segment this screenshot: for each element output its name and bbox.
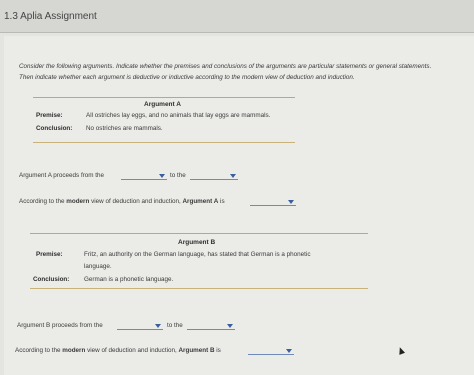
argument-b-conclusion-label: Conclusion:	[33, 276, 70, 283]
argument-a-top-rule	[33, 97, 295, 98]
argument-b-premise-text-2: language.	[84, 263, 112, 270]
assignment-header: 1.3 Aplia Assignment	[0, 0, 474, 33]
argument-b-proceeds-sentence: Argument B proceeds from the	[17, 322, 103, 329]
argument-a-from-dropdown[interactable]	[121, 172, 167, 180]
argument-a-modern-mid: view of deduction and induction,	[91, 198, 181, 205]
argument-b-to-the: to the	[167, 322, 183, 329]
chevron-down-icon	[288, 200, 294, 204]
argument-a-conclusion-text: No ostriches are mammals.	[86, 125, 163, 132]
argument-b-type-dropdown[interactable]	[248, 347, 294, 355]
argument-b-premise-label: Premise:	[36, 251, 63, 258]
argument-a-proceeds-sentence: Argument A proceeds from the	[19, 172, 104, 179]
assignment-title: 1.3 Aplia Assignment	[4, 11, 97, 22]
instructions-line-1: Consider the following arguments. Indica…	[19, 63, 432, 70]
instructions: Consider the following arguments. Indica…	[19, 61, 474, 83]
argument-b-modern-prefix: According to the	[15, 347, 61, 354]
argument-a-premise-text: All ostriches lay eggs, and no animals t…	[86, 112, 271, 119]
argument-a-to-dropdown[interactable]	[190, 172, 238, 180]
argument-a-conclusion-label: Conclusion:	[36, 125, 73, 132]
argument-b-modern-mid: view of deduction and induction,	[87, 347, 177, 354]
argument-a-to-the: to the	[170, 172, 186, 179]
argument-a-bottom-rule	[33, 142, 295, 143]
argument-a-premise-label: Premise:	[36, 112, 63, 119]
argument-b-top-rule	[30, 233, 368, 234]
chevron-down-icon	[286, 349, 292, 353]
argument-a-proceeds-prefix: Argument A proceeds from the	[19, 172, 105, 179]
argument-b-conclusion-text: German is a phonetic language.	[84, 276, 174, 283]
argument-a-modern-arg: Argument A	[182, 198, 219, 205]
argument-b-bottom-rule	[30, 288, 368, 289]
argument-b-proceeds-prefix: Argument B proceeds from the	[17, 322, 103, 329]
argument-b-from-dropdown[interactable]	[117, 322, 163, 330]
argument-a-modern-sentence: According to the modern view of deductio…	[19, 198, 225, 205]
chevron-down-icon	[159, 174, 165, 178]
argument-b-to-dropdown[interactable]	[187, 322, 235, 330]
argument-b-premise-text-1: Fritz, an authority on the German langua…	[84, 251, 311, 258]
chevron-down-icon	[227, 324, 233, 328]
chevron-down-icon	[155, 324, 161, 328]
argument-a-title: Argument A	[144, 101, 181, 108]
argument-a-modern-is: is	[220, 198, 225, 205]
chevron-down-icon	[230, 174, 236, 178]
argument-a-type-dropdown[interactable]	[250, 198, 296, 206]
instructions-line-2: Then indicate whether each argument is d…	[19, 74, 355, 81]
argument-a-modern-prefix: According to the	[19, 198, 65, 205]
argument-b-modern-word: modern	[62, 347, 86, 354]
argument-b-modern-is: is	[216, 347, 221, 354]
argument-a-modern-word: modern	[66, 198, 90, 205]
argument-b-modern-sentence: According to the modern view of deductio…	[15, 347, 221, 354]
argument-b-title: Argument B	[178, 239, 216, 246]
argument-b-modern-arg: Argument B	[178, 347, 215, 354]
